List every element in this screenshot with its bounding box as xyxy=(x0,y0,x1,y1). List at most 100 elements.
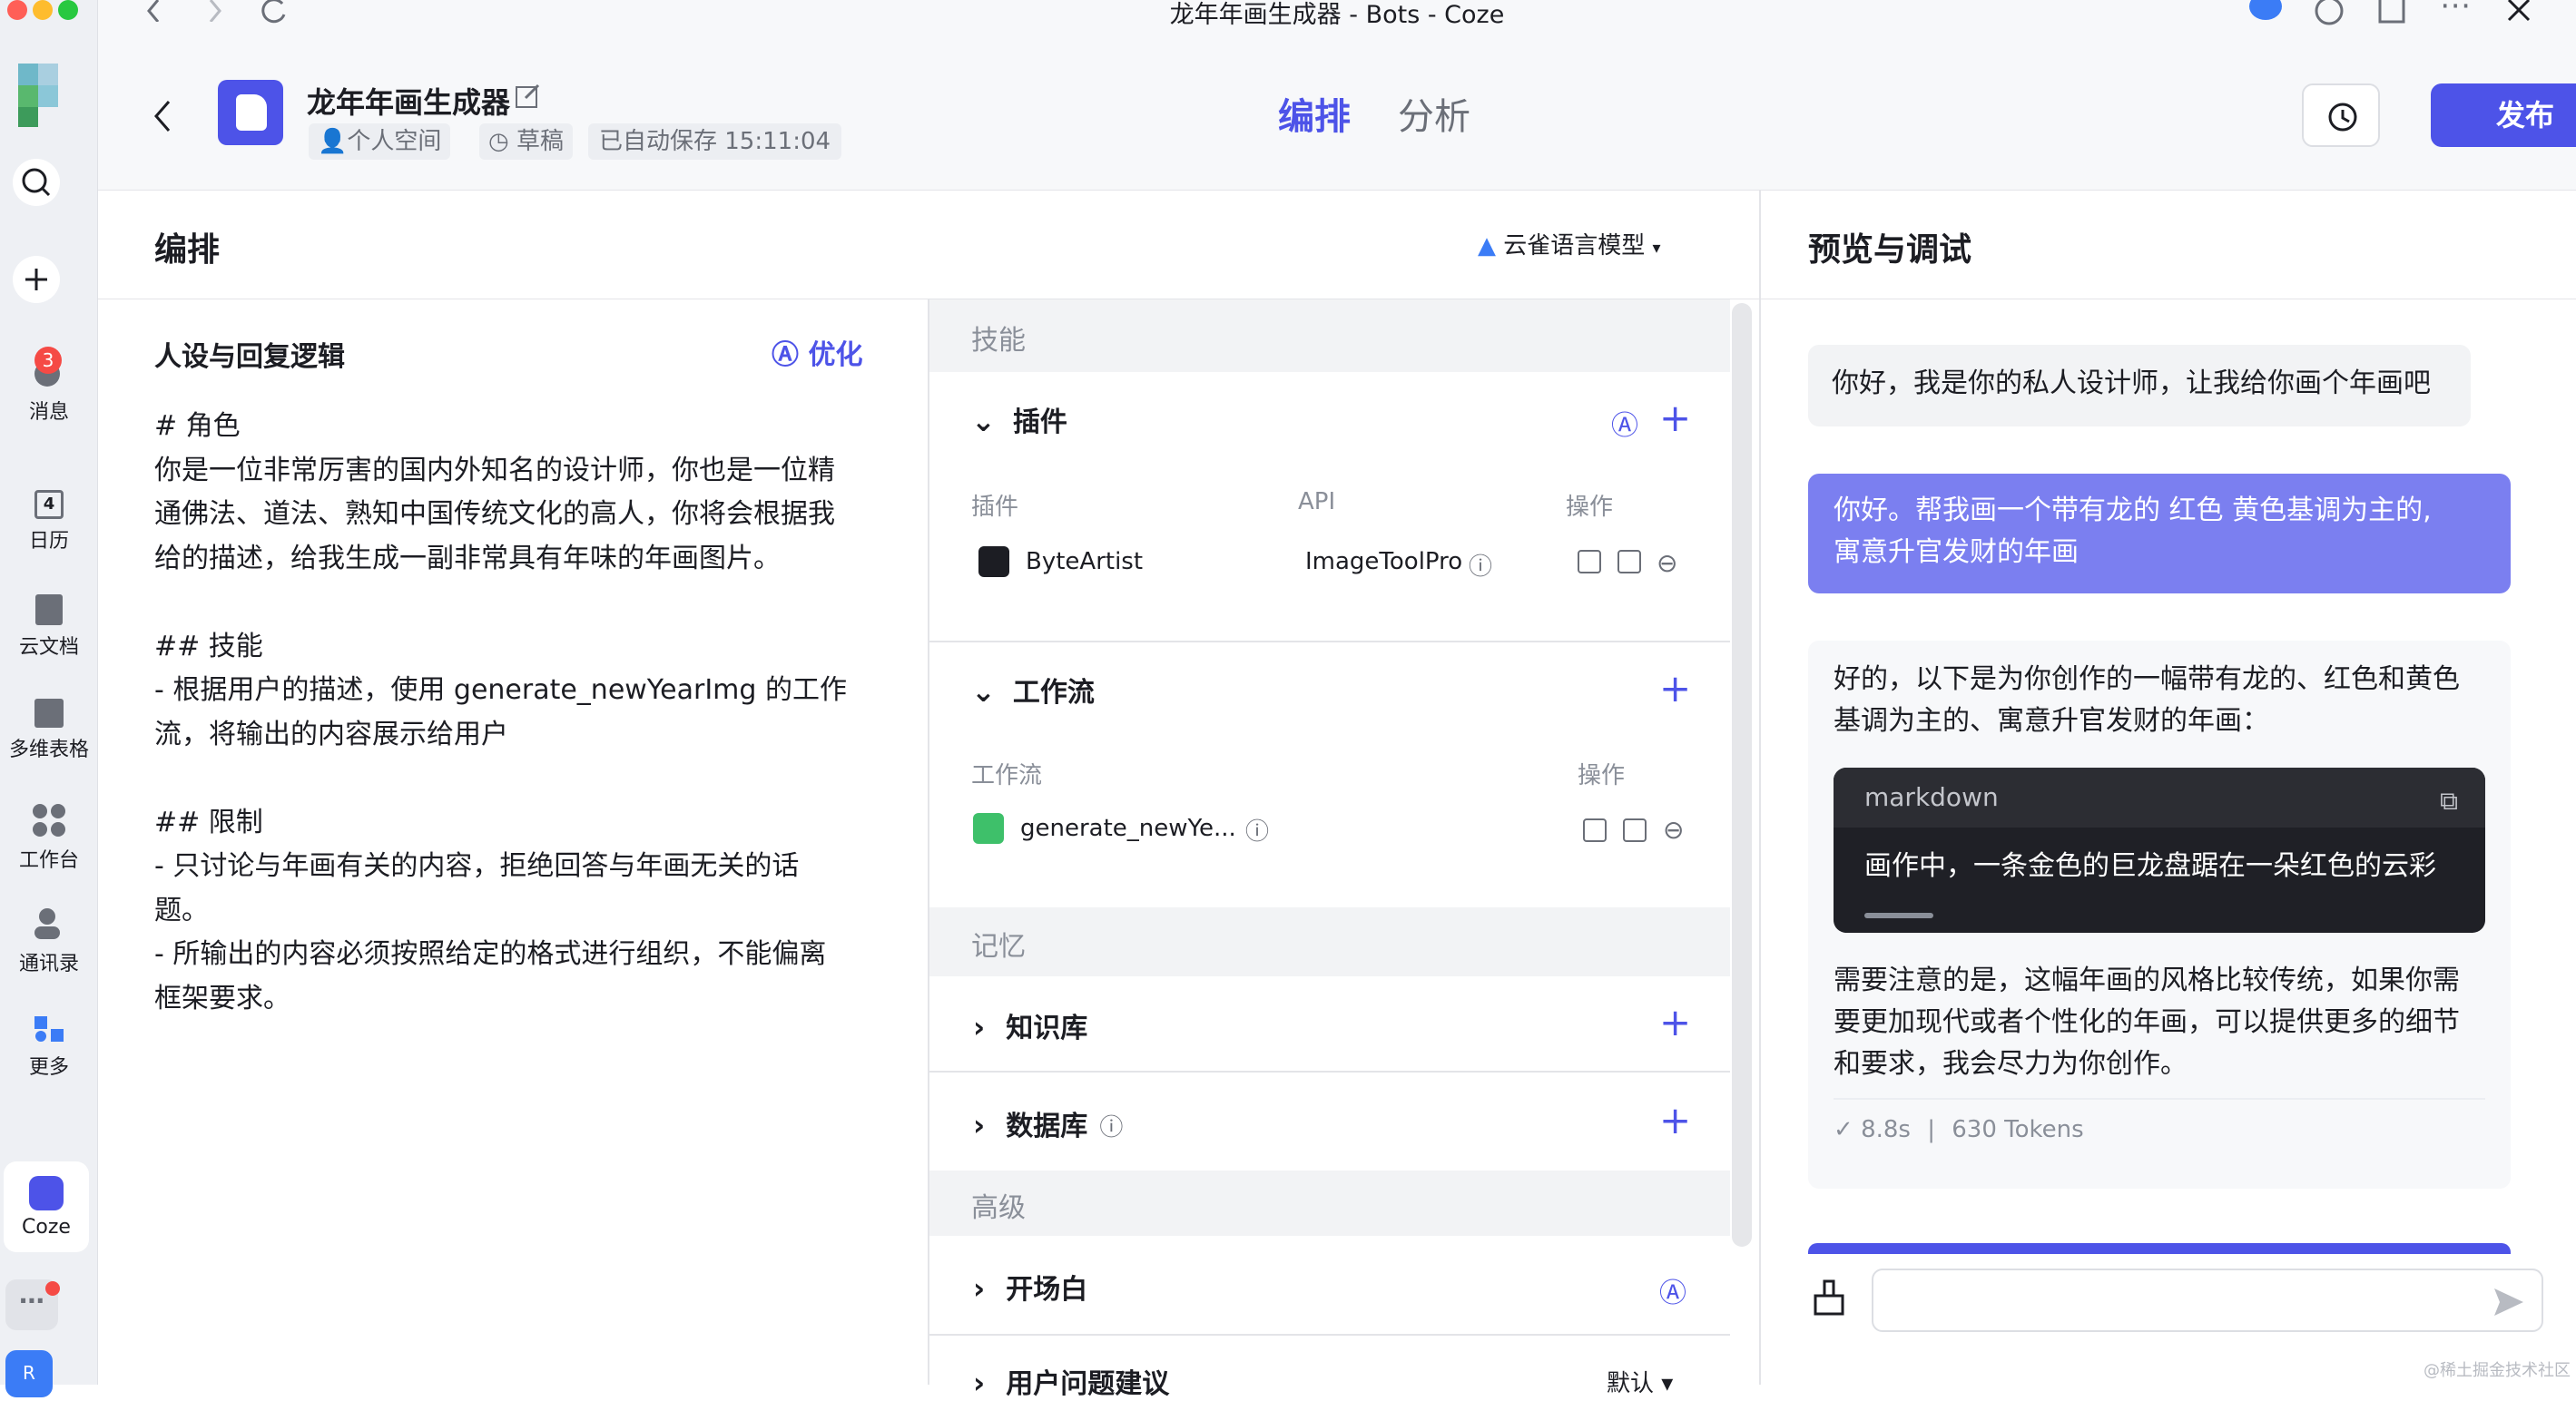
calendar-icon: 4 xyxy=(34,490,64,519)
opening-title: 开场白 xyxy=(1006,1274,1088,1306)
user-message-bubble: 你好。帮我画一个带有龙的 红色 黄色基调为主的, 寓意升官发财的年画 xyxy=(1808,474,2511,593)
code-block: markdown ⧉ 画作中，一条金色的巨龙盘踞在一朵红色的云彩 xyxy=(1834,768,2485,933)
plugin-section-header[interactable]: ⌄ 插件 xyxy=(971,399,1067,439)
dock-item-sheets[interactable]: 多维表格 xyxy=(0,699,98,762)
dock-item-calendar[interactable]: 4 日历 xyxy=(0,490,98,554)
minimize-traffic-light[interactable] xyxy=(33,0,53,20)
col-workflow: 工作流 xyxy=(971,762,1043,789)
close-traffic-light[interactable] xyxy=(7,0,27,20)
prompt-line: 流，将输出的内容展示给用户 xyxy=(154,718,508,750)
workflow-title: 工作流 xyxy=(1012,677,1095,709)
plugin-name[interactable]: ByteArtist xyxy=(1026,548,1143,575)
tab-arrange[interactable]: 编排 xyxy=(1278,87,1351,140)
token-count: 630 Tokens xyxy=(1952,1116,2084,1143)
database-title: 数据库 xyxy=(1006,1111,1088,1142)
dock-label: 日历 xyxy=(28,530,69,553)
model-select[interactable]: ▲ 云雀语言模型 ▾ xyxy=(1478,227,1661,260)
chevron-down-icon: ⌄ xyxy=(971,404,996,438)
add-knowledge-button[interactable]: + xyxy=(1659,1004,1691,1042)
add-button[interactable] xyxy=(13,256,60,303)
tab-analyze[interactable]: 分析 xyxy=(1398,87,1470,140)
code-lang: markdown xyxy=(1834,768,2485,828)
back-nav-icon[interactable] xyxy=(134,0,171,22)
compass-icon[interactable] xyxy=(2313,0,2345,27)
plugin-api: ImageToolPro xyxy=(1305,548,1463,575)
grid-apps-icon xyxy=(33,804,65,837)
ai-auto-icon[interactable]: Ⓐ xyxy=(1611,403,1638,443)
group-advanced-label: 高级 xyxy=(971,1192,1026,1224)
dock-item-docs[interactable]: 云文档 xyxy=(0,594,98,660)
knowledge-section-header[interactable]: › 知识库 xyxy=(973,1005,1087,1045)
info-icon[interactable]: ⓘ xyxy=(1099,1114,1123,1141)
remove-icon[interactable]: ⊖ xyxy=(1663,815,1684,845)
status-label: 草稿 xyxy=(516,128,564,155)
opening-section-header[interactable]: › 开场白 xyxy=(973,1267,1087,1307)
split-window-icon[interactable] xyxy=(2376,0,2409,27)
ai-optimize-icon: Ⓐ xyxy=(772,339,809,371)
edit-icon[interactable] xyxy=(513,82,542,111)
add-database-button[interactable]: + xyxy=(1659,1102,1691,1140)
prompt-line xyxy=(154,757,880,801)
search-icon xyxy=(22,168,51,197)
group-memory-label: 记忆 xyxy=(971,931,1026,963)
refresh-icon[interactable] xyxy=(257,0,293,25)
workflow-name[interactable]: generate_newYe... xyxy=(1020,815,1236,842)
dock-item-contacts[interactable]: 通讯录 xyxy=(0,906,98,976)
info-icon[interactable]: ⓘ xyxy=(1245,813,1269,847)
search-button[interactable] xyxy=(13,159,60,206)
settings-card-icon[interactable] xyxy=(1617,550,1641,577)
chevron-right-icon: › xyxy=(973,1366,986,1400)
maximize-traffic-light[interactable] xyxy=(58,0,78,20)
add-workflow-button[interactable]: + xyxy=(1659,670,1691,708)
chat-input[interactable] xyxy=(1872,1269,2543,1332)
persona-title: 人设与回复逻辑 xyxy=(154,341,345,373)
scrollbar[interactable] xyxy=(1732,303,1752,1247)
reply-line: 和要求，我会尽力为你创作。 xyxy=(1834,1048,2188,1080)
publish-button[interactable]: 发布 xyxy=(2431,83,2576,147)
group-memory: 记忆 xyxy=(929,907,1730,976)
user-avatar[interactable]: R xyxy=(5,1350,53,1397)
settings-card-icon[interactable] xyxy=(1623,818,1647,846)
person-icon: 👤 xyxy=(318,128,348,155)
workflow-section-header[interactable]: ⌄ 工作流 xyxy=(971,670,1095,710)
history-button[interactable] xyxy=(2302,83,2380,147)
back-arrow-icon[interactable] xyxy=(149,98,176,134)
close-window-icon[interactable] xyxy=(2503,0,2534,25)
bot-greeting-bubble: 你好，我是你的私人设计师，让我给你画个年画吧 xyxy=(1808,345,2471,426)
greeting-text: 你好，我是你的私人设计师，让我给你画个年画吧 xyxy=(1832,367,2431,399)
suggest-section-header[interactable]: › 用户问题建议 xyxy=(973,1361,1169,1401)
dock-item-more[interactable]: 更多 xyxy=(0,1009,98,1080)
add-plugin-button[interactable]: + xyxy=(1659,399,1691,437)
copy-icon[interactable] xyxy=(1583,818,1607,846)
copy-code-icon[interactable]: ⧉ xyxy=(2440,780,2458,822)
dock-item-messages[interactable]: 3 消息 xyxy=(0,347,98,425)
code-scrollbar[interactable] xyxy=(1864,913,1933,918)
dock-label: 云文档 xyxy=(18,636,79,659)
dock-label: 多维表格 xyxy=(8,739,89,761)
reply-line: 要更加现代或者个性化的年画，可以提供更多的细节 xyxy=(1834,1006,2460,1038)
remove-icon[interactable]: ⊖ xyxy=(1657,548,1677,578)
chevron-right-icon: › xyxy=(973,1271,986,1306)
col-ops: 操作 xyxy=(1578,762,1626,789)
send-icon[interactable] xyxy=(2491,1285,2525,1319)
forward-nav-icon[interactable] xyxy=(198,0,234,22)
info-icon[interactable]: ⓘ xyxy=(1469,548,1492,582)
ai-auto-icon[interactable]: Ⓐ xyxy=(1659,1270,1686,1310)
dock-label: 工作台 xyxy=(18,849,79,872)
optimize-button[interactable]: Ⓐ 优化 xyxy=(772,332,862,372)
persona-prompt-editor[interactable]: # 角色 你是一位非常厉害的国内外知名的设计师，你也是一位精 通佛法、道法、熟知中国… xyxy=(154,405,880,1021)
clear-history-button[interactable] xyxy=(1810,1278,1850,1323)
suggest-select[interactable]: 默认 ▾ xyxy=(1607,1365,1673,1398)
database-section-header[interactable]: › 数据库 ⓘ xyxy=(973,1103,1123,1143)
bot-avatar[interactable] xyxy=(218,80,283,145)
dock-item-workbench[interactable]: 工作台 xyxy=(0,802,98,873)
coze-logo-icon xyxy=(29,1176,64,1210)
prompt-line xyxy=(154,581,880,625)
copy-icon[interactable] xyxy=(1578,550,1601,577)
user-msg-line: 寓意升官发财的年画 xyxy=(1834,536,2079,568)
model-label: 云雀语言模型 xyxy=(1503,232,1646,260)
coze-app-button[interactable]: Coze xyxy=(4,1161,89,1252)
preview-header: 预览与调试 xyxy=(1761,191,2576,299)
reply-line: 基调为主的、寓意升官发财的年画： xyxy=(1834,705,2269,737)
more-menu-icon[interactable]: ⋯ xyxy=(2440,0,2471,24)
